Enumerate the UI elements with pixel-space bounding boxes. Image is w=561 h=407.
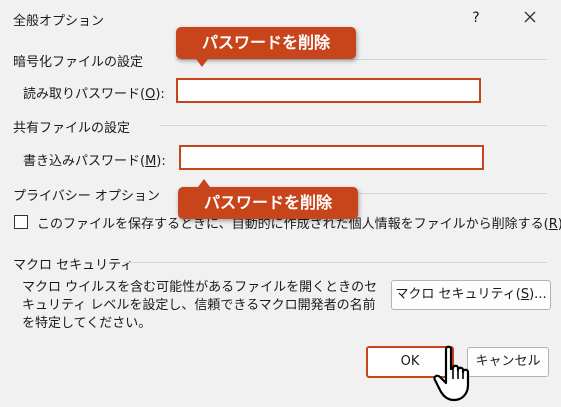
privacy-section-label: プライバシー オプション <box>13 189 160 204</box>
macro-section-label: マクロ セキュリティ <box>13 258 134 273</box>
sharing-section-label: 共有ファイルの設定 <box>13 121 131 136</box>
callout-1-text: パスワードを削除 <box>201 33 330 52</box>
macro-security-button[interactable]: マクロ セキュリティ(S)... <box>391 280 551 310</box>
write-password-label: 書き込みパスワード(M): <box>23 154 166 169</box>
macro-divider <box>124 262 547 263</box>
encryption-divider <box>175 59 547 60</box>
read-password-input[interactable] <box>176 78 481 103</box>
dialog-title: 全般オプション <box>13 14 105 29</box>
callout-2-text: パスワードを削除 <box>203 193 332 212</box>
encryption-section-label: 暗号化ファイルの設定 <box>13 55 144 70</box>
help-button[interactable]: ? <box>466 8 486 28</box>
close-button[interactable] <box>519 6 541 28</box>
callout-1-pointer <box>196 59 208 67</box>
general-options-dialog: 全般オプション ? 暗号化ファイルの設定 読み取りパスワード(O): 共有ファイ… <box>0 0 561 407</box>
read-password-label: 読み取りパスワード(O): <box>23 87 165 102</box>
write-password-input[interactable] <box>179 145 484 170</box>
sharing-divider <box>160 125 547 126</box>
hand-pointer-icon <box>433 345 470 402</box>
delete-password-callout-1: パスワードを削除 <box>176 27 356 67</box>
close-icon <box>524 11 536 23</box>
macro-description: マクロ ウイルスを含む可能性があるファイルを開くときのセキュリティ レベルを設定… <box>22 280 378 331</box>
delete-password-callout-2: パスワードを削除 <box>178 179 358 219</box>
remove-personal-info-checkbox[interactable] <box>14 215 28 229</box>
callout-2-pointer <box>198 179 210 187</box>
